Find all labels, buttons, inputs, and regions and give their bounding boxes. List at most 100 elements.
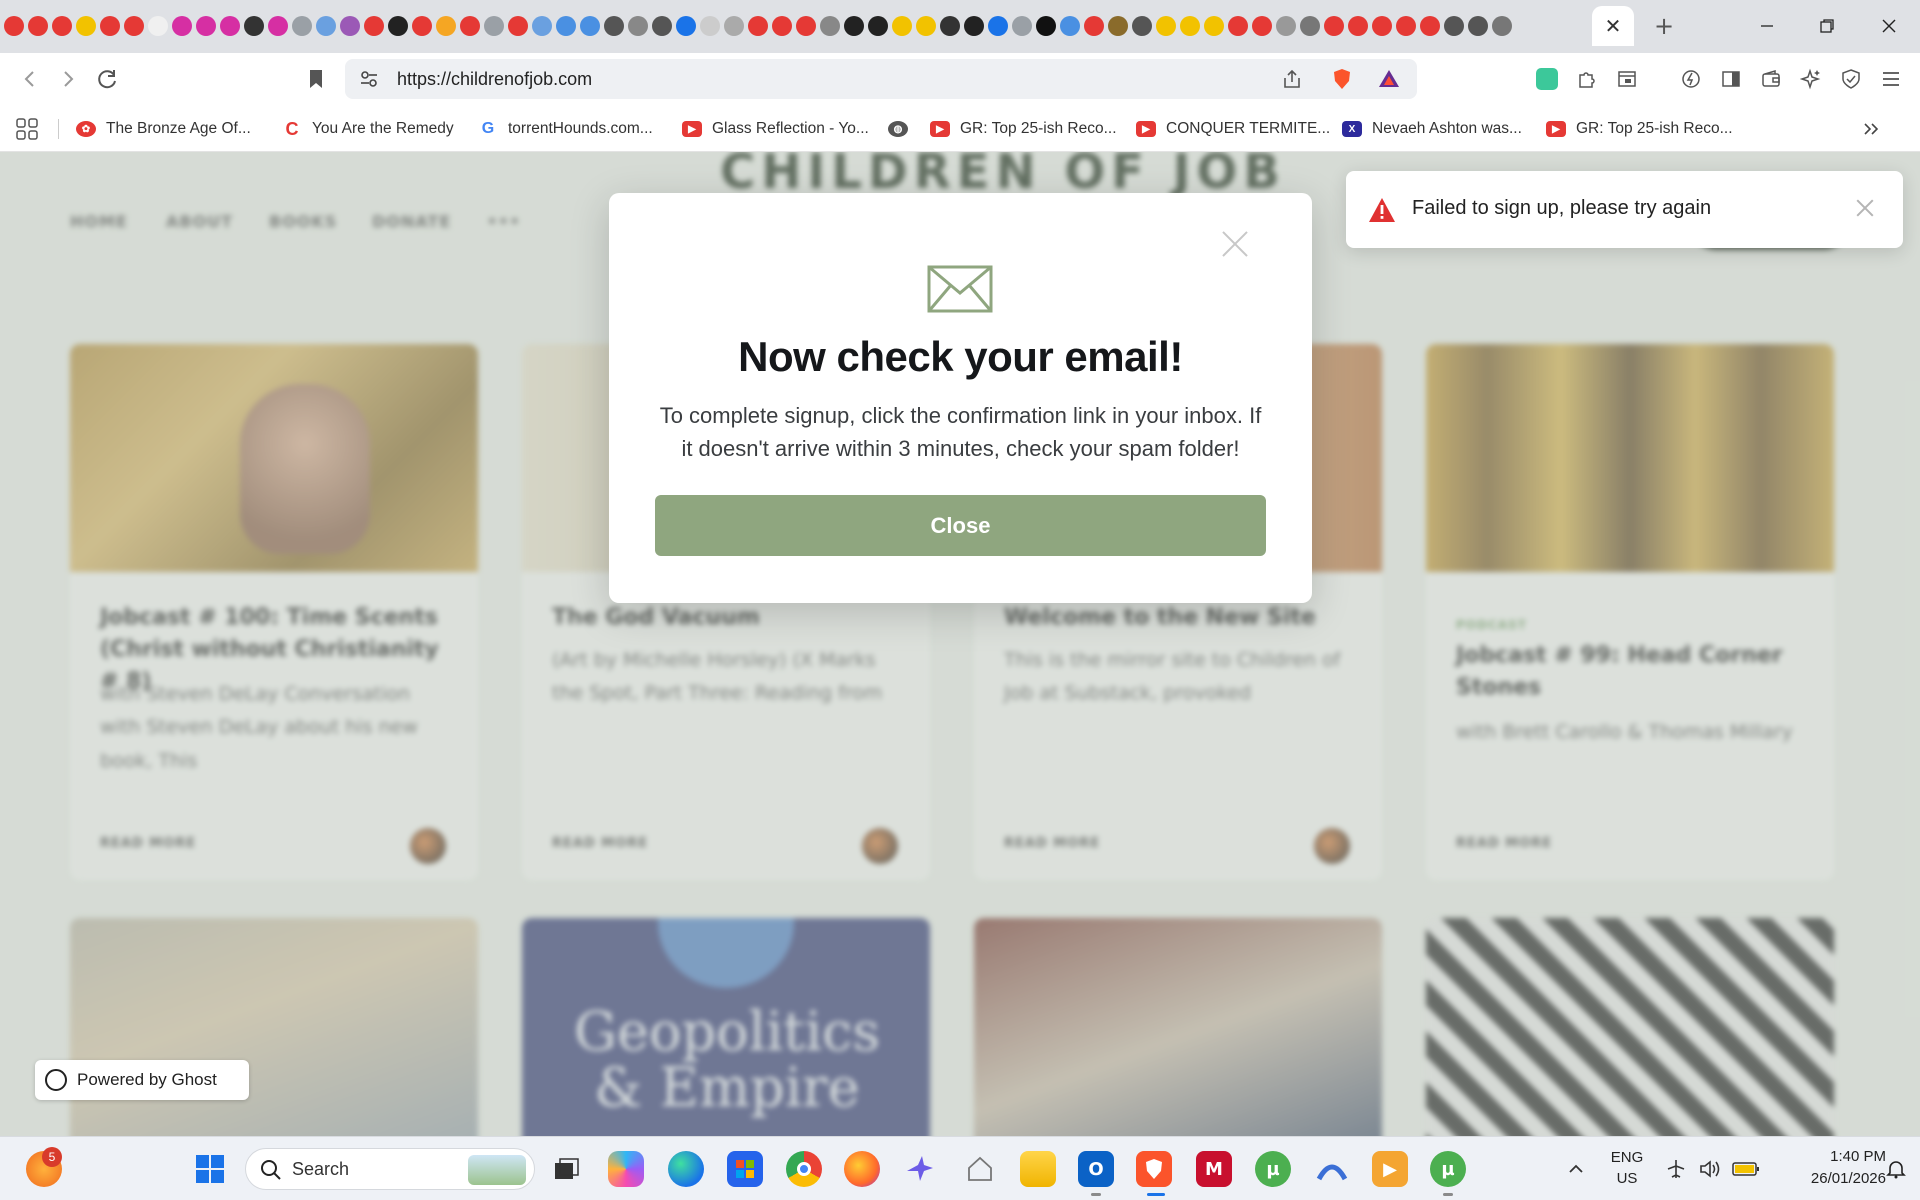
vpn-shield-icon[interactable] — [1836, 64, 1866, 94]
pinned-tab-favicon[interactable] — [868, 16, 888, 36]
pinned-tab-favicon[interactable] — [148, 16, 168, 36]
airplane-mode-icon[interactable] — [1658, 1151, 1694, 1187]
pinned-tab-favicon[interactable] — [4, 16, 24, 36]
share-icon[interactable] — [1281, 68, 1303, 90]
more-bookmarks-icon[interactable] — [1856, 114, 1886, 144]
file-explorer-icon[interactable] — [1020, 1151, 1056, 1187]
pinned-tab-favicon[interactable] — [1012, 16, 1032, 36]
pinned-tab-favicon[interactable] — [412, 16, 432, 36]
bookmark-item[interactable]: ▶ GR: Top 25-ish Reco... — [930, 117, 1117, 141]
pinned-tab-favicon[interactable] — [652, 16, 672, 36]
active-tab[interactable]: ✕ — [1592, 6, 1634, 46]
url-text[interactable]: https://childrenofjob.com — [397, 69, 592, 90]
pinned-tab-favicon[interactable] — [556, 16, 576, 36]
bookmark-item[interactable]: GtorrentHounds.com... — [478, 117, 653, 141]
pinned-tab-favicon[interactable] — [244, 16, 264, 36]
pinned-tab-favicon[interactable] — [1204, 16, 1224, 36]
pinned-tab-favicon[interactable] — [700, 16, 720, 36]
pinned-tab-favicon[interactable] — [604, 16, 624, 36]
leo-ai-icon[interactable] — [1796, 64, 1826, 94]
pinned-tab-favicon[interactable] — [196, 16, 216, 36]
pinned-tab-favicon[interactable] — [988, 16, 1008, 36]
pinned-tab-favicon[interactable] — [100, 16, 120, 36]
edge-icon[interactable] — [668, 1151, 704, 1187]
pinned-tab-favicon[interactable] — [628, 16, 648, 36]
brave-rewards-icon[interactable] — [1377, 67, 1401, 91]
pinned-tab-favicon[interactable] — [1324, 16, 1344, 36]
reading-list-icon[interactable] — [1612, 64, 1642, 94]
pinned-tab-favicon[interactable] — [124, 16, 144, 36]
speedreader-icon[interactable] — [1676, 64, 1706, 94]
bookmark-item[interactable]: ✿ The Bronze Age Of... — [76, 117, 251, 141]
pinned-tab-favicon[interactable] — [1348, 16, 1368, 36]
tab-close-icon[interactable]: ✕ — [1605, 14, 1622, 38]
address-bar[interactable]: https://childrenofjob.com — [345, 59, 1417, 99]
tray-overflow-icon[interactable] — [1558, 1151, 1594, 1187]
pinned-tab-favicon[interactable] — [484, 16, 504, 36]
pinned-tab-favicon[interactable] — [1372, 16, 1392, 36]
pinned-tab-favicon[interactable] — [844, 16, 864, 36]
pinned-tab-favicon[interactable] — [1084, 16, 1104, 36]
pinned-tab-favicon[interactable] — [364, 16, 384, 36]
bookmark-item[interactable]: ▶ CONQUER TERMITE... — [1136, 117, 1330, 141]
pinned-tab-favicon[interactable] — [460, 16, 480, 36]
pinned-tab-favicon[interactable] — [1300, 16, 1320, 36]
pinned-tab-favicon[interactable] — [676, 16, 696, 36]
bookmark-item[interactable]: ▶ GR: Top 25-ish Reco... — [1546, 117, 1733, 141]
pinned-tab-favicon[interactable] — [1180, 16, 1200, 36]
pinned-tab-favicon[interactable] — [820, 16, 840, 36]
notification-center-icon[interactable] — [1878, 1151, 1914, 1187]
site-settings-icon[interactable] — [359, 69, 379, 89]
pinned-tab-favicon[interactable] — [916, 16, 936, 36]
pinned-tab-favicon[interactable] — [1060, 16, 1080, 36]
pinned-tab-favicon[interactable] — [748, 16, 768, 36]
pinned-tab-favicon[interactable] — [892, 16, 912, 36]
home-icon[interactable] — [962, 1151, 998, 1187]
pinned-tab-favicon[interactable] — [340, 16, 360, 36]
pinned-tab-favicon[interactable] — [1132, 16, 1152, 36]
bookmark-item[interactable]: ◍ — [888, 117, 918, 141]
new-tab-button[interactable]: + — [1648, 10, 1680, 42]
pinned-tab-favicon[interactable] — [1156, 16, 1176, 36]
bookmark-item[interactable]: ▶ Glass Reflection - Yo... — [682, 117, 869, 141]
pinned-tab-favicon[interactable] — [724, 16, 744, 36]
modal-close-icon[interactable] — [1218, 227, 1252, 261]
bird-app-icon[interactable] — [902, 1151, 938, 1187]
media-player-icon[interactable]: ▶ — [1372, 1151, 1408, 1187]
pinned-tab-favicon[interactable] — [1396, 16, 1416, 36]
battery-icon[interactable] — [1728, 1151, 1764, 1187]
powered-by-ghost-badge[interactable]: Powered by Ghost — [35, 1060, 249, 1100]
pinned-tab-favicon[interactable] — [1252, 16, 1272, 36]
toast-close-icon[interactable] — [1854, 197, 1876, 219]
volume-icon[interactable] — [1692, 1151, 1728, 1187]
apps-grid-icon[interactable] — [12, 114, 42, 144]
outlook-icon[interactable]: O — [1078, 1151, 1114, 1187]
pinned-tab-favicon[interactable] — [1468, 16, 1488, 36]
reload-button[interactable] — [92, 63, 124, 95]
pinned-tab-favicon[interactable] — [172, 16, 192, 36]
menu-icon[interactable] — [1876, 64, 1906, 94]
pinned-tab-favicon[interactable] — [1276, 16, 1296, 36]
firefox-icon[interactable] — [844, 1151, 880, 1187]
pinned-tab-favicon[interactable] — [508, 16, 528, 36]
bookmark-button[interactable] — [300, 63, 332, 95]
bookmark-item[interactable]: X Nevaeh Ashton was... — [1342, 117, 1522, 141]
minimize-button[interactable] — [1742, 8, 1792, 44]
pinned-tab-favicon[interactable] — [1228, 16, 1248, 36]
pinned-tab-favicon[interactable] — [28, 16, 48, 36]
pinned-tab-favicon[interactable] — [796, 16, 816, 36]
wallet-icon[interactable] — [1756, 64, 1786, 94]
utorrent-icon[interactable]: µ — [1255, 1151, 1291, 1187]
bookmark-item[interactable]: C You Are the Remedy — [282, 117, 454, 141]
pinned-tab-favicon[interactable] — [1492, 16, 1512, 36]
pinned-tab-favicon[interactable] — [436, 16, 456, 36]
close-button[interactable]: Close — [655, 495, 1266, 556]
brave-shields-icon[interactable] — [1330, 67, 1354, 91]
chrome-icon[interactable] — [786, 1151, 822, 1187]
pinned-tab-favicon[interactable] — [1444, 16, 1464, 36]
forward-button[interactable] — [52, 63, 84, 95]
extension-vpn-icon[interactable] — [1532, 64, 1562, 94]
pinned-tab-favicon[interactable] — [1420, 16, 1440, 36]
microsoft-store-icon[interactable] — [727, 1151, 763, 1187]
region-label[interactable]: US — [1606, 1170, 1648, 1187]
